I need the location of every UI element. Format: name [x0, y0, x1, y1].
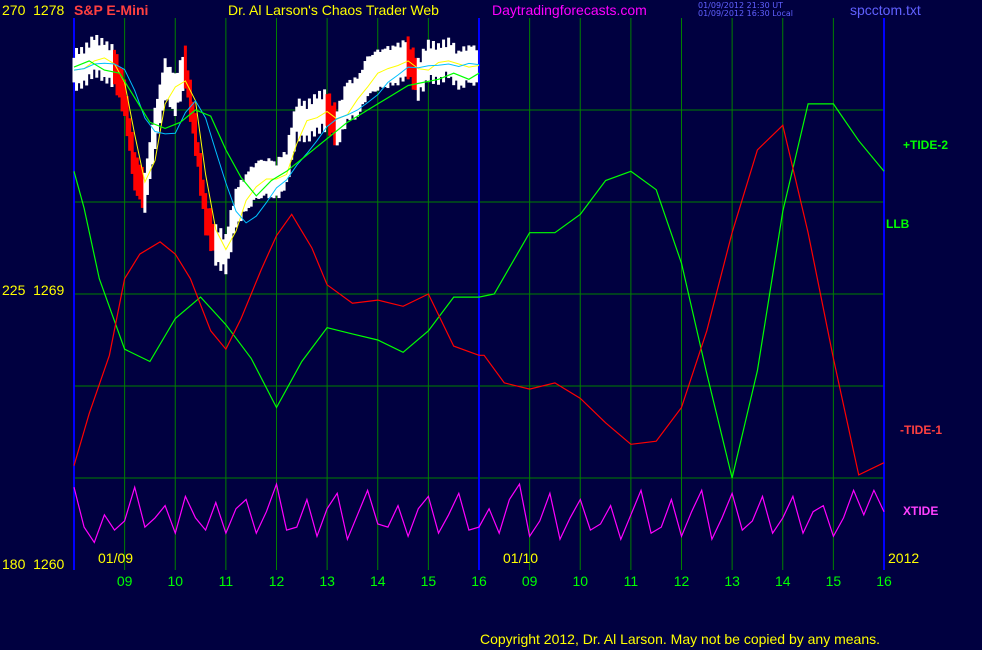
- x-tick-label: 16: [471, 573, 487, 589]
- y-mid-left: 225: [2, 282, 26, 298]
- legend-tide1: -TIDE-1: [900, 423, 942, 437]
- x-tick-label: 15: [825, 573, 842, 589]
- x-tick-label: 11: [623, 573, 639, 589]
- x-tick-label: 10: [572, 573, 589, 589]
- legend-llb: LLB: [886, 217, 910, 231]
- x-tick-label: 14: [369, 573, 386, 589]
- x-tick-label: 13: [319, 573, 335, 589]
- symbol-label: S&P E-Mini: [74, 2, 149, 18]
- x-tick-label: 12: [268, 573, 285, 589]
- x-tick-label: 10: [167, 573, 184, 589]
- chart-title: Dr. Al Larson's Chaos Trader Web: [228, 2, 439, 18]
- y-top-right: 1278: [33, 2, 65, 18]
- y-bottom-left: 180: [2, 556, 26, 572]
- x-tick-label: 15: [420, 573, 437, 589]
- y-mid-label: 225 1269: [2, 282, 64, 298]
- chart-svg: [0, 0, 982, 650]
- y-top-left: 270: [2, 2, 26, 18]
- legend-xtide: XTIDE: [903, 504, 939, 518]
- x-tick-label: 09: [116, 573, 133, 589]
- x-tick-label: 14: [774, 573, 791, 589]
- date-label-day2: 01/10: [503, 550, 539, 566]
- y-bottom-right: 1260: [33, 556, 65, 572]
- x-tick-label: 12: [673, 573, 690, 589]
- y-top-label: 270 1278: [2, 2, 64, 18]
- file-label: spcctom.txt: [850, 2, 921, 18]
- legend-tide2: +TIDE-2: [903, 138, 949, 152]
- date-label-day1: 01/09: [98, 550, 134, 566]
- x-tick-label: 09: [521, 573, 538, 589]
- x-tick-label: 11: [218, 573, 234, 589]
- x-tick-label: 13: [724, 573, 740, 589]
- y-mid-right: 1269: [33, 282, 65, 298]
- y-bottom-label: 180 1260: [2, 556, 64, 572]
- site-label: Daytradingforecasts.com: [492, 2, 647, 18]
- x-tick-label: 16: [876, 573, 892, 589]
- chart-background: [0, 0, 982, 650]
- year-label: 2012: [888, 550, 920, 566]
- copyright: Copyright 2012, Dr. Al Larson. May not b…: [480, 631, 881, 647]
- timestamp-local: 01/09/2012 16:30 Local: [698, 9, 793, 18]
